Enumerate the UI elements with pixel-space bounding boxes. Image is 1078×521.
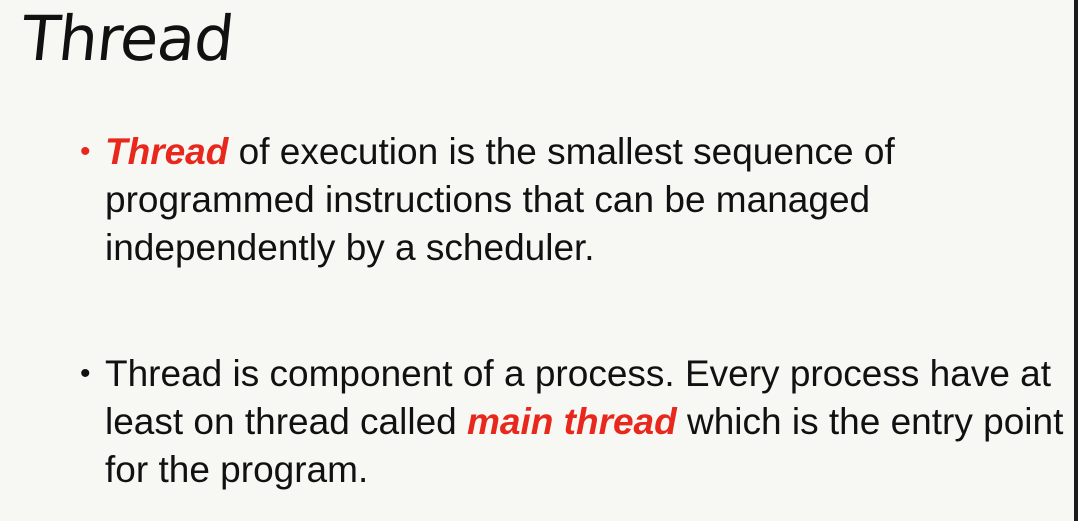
- bullet-dot-icon: •: [80, 135, 91, 168]
- bullet-text: Thread is component of a process. Every …: [105, 350, 1065, 494]
- bullet-dot-icon: •: [80, 357, 91, 390]
- highlight-term: Thread: [105, 131, 229, 172]
- bullet-item: • Thread is component of a process. Ever…: [80, 350, 1065, 494]
- slide-title: Thread: [18, 2, 237, 75]
- bullet-text: Thread of execution is the smallest sequ…: [105, 128, 1065, 272]
- bullet-item: • Thread of execution is the smallest se…: [80, 128, 1065, 272]
- window-edge: [1074, 0, 1078, 521]
- slide: Thread • Thread of execution is the smal…: [0, 0, 1078, 521]
- highlight-term: main thread: [467, 401, 677, 442]
